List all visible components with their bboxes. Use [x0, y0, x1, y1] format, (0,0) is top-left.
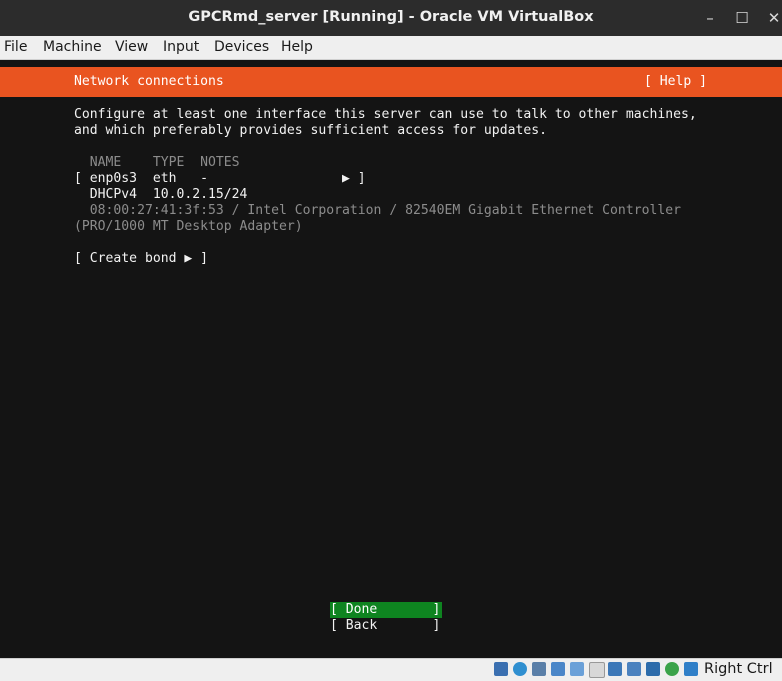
statusbar: Right Ctrl: [0, 658, 782, 681]
menu-view[interactable]: View: [115, 39, 148, 55]
create-bond-button[interactable]: [ Create bond ▶ ]: [74, 251, 208, 267]
vm-screen[interactable]: Network connections [ Help ] Configure a…: [0, 60, 782, 658]
virtualization-icon[interactable]: [665, 662, 679, 676]
shared-folders-icon[interactable]: [589, 662, 605, 678]
maximize-button[interactable]: ☐: [730, 6, 754, 30]
mouse-integration-icon[interactable]: [684, 662, 698, 676]
minimize-button[interactable]: –: [698, 6, 722, 30]
description-line-1: Configure at least one interface this se…: [74, 107, 697, 122]
page-title: Network connections: [74, 74, 224, 89]
interface-row-enp0s3[interactable]: [ enp0s3 eth - ▶ ]: [74, 171, 366, 187]
recording-icon[interactable]: [646, 662, 660, 676]
dhcp-row: DHCPv4 10.0.2.15/24: [74, 187, 248, 202]
video-capture-icon[interactable]: [627, 662, 641, 676]
window-title: GPCRmd_server [Running] - Oracle VM Virt…: [188, 9, 594, 25]
menubar: File Machine View Input Devices Help: [0, 36, 782, 60]
optical-drive-icon[interactable]: [513, 662, 527, 676]
menu-devices[interactable]: Devices: [214, 39, 269, 55]
menu-input[interactable]: Input: [163, 39, 199, 55]
usb-icon[interactable]: [570, 662, 584, 676]
close-button[interactable]: ✕: [762, 6, 782, 30]
adapter-line: (PRO/1000 MT Desktop Adapter): [74, 219, 303, 234]
window-titlebar[interactable]: GPCRmd_server [Running] - Oracle VM Virt…: [0, 0, 782, 36]
host-key-label: Right Ctrl: [704, 661, 773, 677]
table-header: NAME TYPE NOTES: [74, 155, 240, 170]
mac-address-line: 08:00:27:41:3f:53 / Intel Corporation / …: [74, 203, 681, 218]
installer-header: Network connections [ Help ]: [0, 67, 782, 97]
audio-icon[interactable]: [532, 662, 546, 676]
menu-file[interactable]: File: [4, 39, 27, 55]
menu-help[interactable]: Help: [281, 39, 313, 55]
hard-disk-icon[interactable]: [494, 662, 508, 676]
menu-machine[interactable]: Machine: [43, 39, 102, 55]
display-icon[interactable]: [608, 662, 622, 676]
description-line-2: and which preferably provides sufficient…: [74, 123, 547, 138]
help-button[interactable]: [ Help ]: [644, 74, 707, 90]
back-button[interactable]: [ Back ]: [330, 618, 440, 634]
network-icon[interactable]: [551, 662, 565, 676]
done-button[interactable]: [ Done ]: [330, 602, 442, 618]
